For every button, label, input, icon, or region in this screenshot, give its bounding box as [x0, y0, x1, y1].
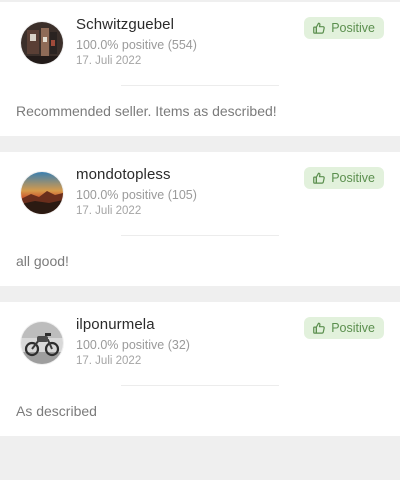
- review-card: mondotopless 100.0% positive (105) 17. J…: [0, 152, 400, 286]
- badge-label: Positive: [331, 21, 375, 35]
- positive-badge: Positive: [304, 17, 384, 39]
- badge-label: Positive: [331, 171, 375, 185]
- positive-badge: Positive: [304, 317, 384, 339]
- review-date: 17. Juli 2022: [76, 355, 142, 367]
- avatar-image: [21, 322, 63, 364]
- feedback-score: 100.0% positive (32): [76, 338, 190, 352]
- feedback-score: 100.0% positive (105): [76, 188, 197, 202]
- avatar[interactable]: [21, 22, 63, 64]
- username[interactable]: ilponurmela: [76, 316, 155, 333]
- divider: [121, 235, 279, 236]
- divider: [121, 385, 279, 386]
- divider: [121, 85, 279, 86]
- review-date: 17. Juli 2022: [76, 55, 142, 67]
- review-card: Schwitzguebel 100.0% positive (554) 17. …: [0, 2, 400, 136]
- badge-label: Positive: [331, 321, 375, 335]
- review-comment: As described: [16, 403, 97, 419]
- review-card: ilponurmela 100.0% positive (32) 17. Jul…: [0, 302, 400, 436]
- feedback-score: 100.0% positive (554): [76, 38, 197, 52]
- avatar-image: [21, 172, 63, 214]
- review-date: 17. Juli 2022: [76, 205, 142, 217]
- thumbs-up-icon: [312, 21, 326, 35]
- positive-badge: Positive: [304, 167, 384, 189]
- review-comment: Recommended seller. Items as described!: [16, 103, 277, 119]
- thumbs-up-icon: [312, 171, 326, 185]
- thumbs-up-icon: [312, 321, 326, 335]
- avatar[interactable]: [21, 322, 63, 364]
- username[interactable]: mondotopless: [76, 166, 171, 183]
- review-comment: all good!: [16, 253, 69, 269]
- username[interactable]: Schwitzguebel: [76, 16, 174, 33]
- avatar-image: [21, 22, 63, 64]
- avatar[interactable]: [21, 172, 63, 214]
